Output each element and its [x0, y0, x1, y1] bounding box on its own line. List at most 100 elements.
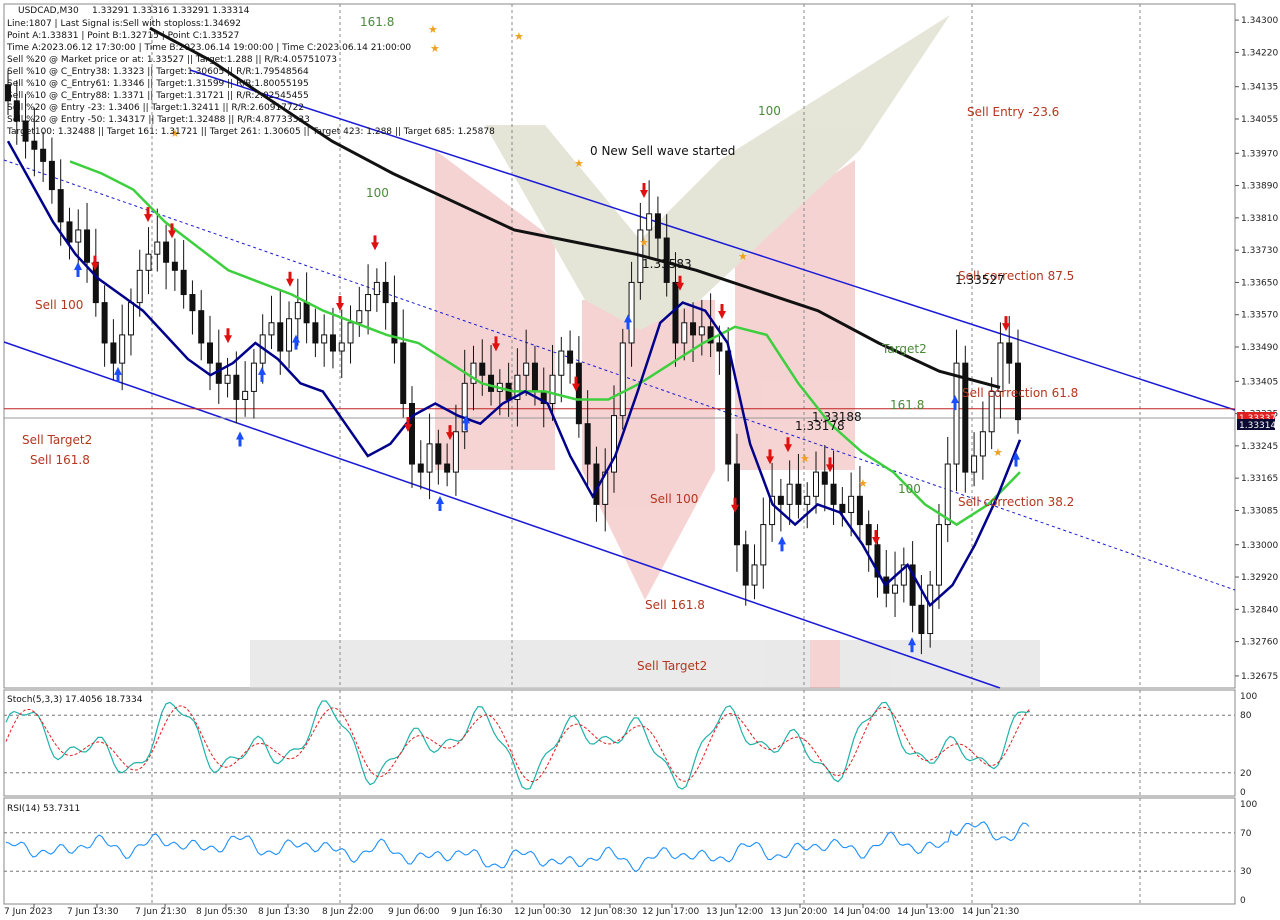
rsi-y-label: 100	[1240, 800, 1257, 810]
level-label: Sell 100	[35, 298, 83, 312]
level-label: Sell correction 61.8	[962, 386, 1078, 400]
level-label: 1.33583	[642, 257, 692, 271]
y-tick-label: 1.33245	[1241, 442, 1278, 452]
star-marker-icon: ★	[574, 157, 584, 170]
x-tick-label: 7 Jun 2023	[4, 907, 52, 917]
candle-body	[57, 189, 64, 223]
info-line: Sell %20 @ Entry -50: 1.34317 || Target:…	[7, 115, 310, 125]
candle-body	[145, 253, 152, 271]
candle-body	[136, 269, 143, 304]
candle-body	[927, 584, 934, 635]
info-line: Sell %10 @ C_Entry61: 1.3346 || Target:1…	[7, 79, 309, 89]
rsi-y-label: 0	[1240, 896, 1246, 906]
chart-title: USDCAD,M30	[18, 6, 79, 16]
info-line: Point A:1.33831 | Point B:1.32715 | Poin…	[7, 31, 239, 41]
candle-body	[725, 350, 732, 465]
candle-body	[856, 495, 863, 526]
candle-body	[180, 269, 187, 296]
candle-body	[163, 241, 170, 263]
y-tick-label: 1.33650	[1241, 278, 1278, 288]
rsi-title: RSI(14) 53.7311	[7, 804, 80, 814]
y-tick-label: 1.34055	[1241, 115, 1278, 125]
star-marker-icon: ★	[428, 23, 438, 36]
candle-body	[479, 362, 486, 376]
candle-body	[549, 374, 556, 404]
star-marker-icon: ★	[738, 250, 748, 263]
level-label: 100	[366, 186, 389, 200]
candle-body	[444, 463, 451, 473]
level-label: Sell 100	[650, 492, 698, 506]
y-tick-label: 1.34220	[1241, 48, 1278, 58]
level-label: 1.33527	[955, 273, 1005, 287]
y-axis: 1.34300 1.34220 1.34135 1.34055 1.33970 1.338…	[1235, 16, 1278, 682]
x-tick-label: 9 Jun 06:00	[388, 907, 440, 917]
current-price: 1.33314	[1239, 421, 1276, 431]
candle-body	[233, 374, 240, 400]
y-tick-label: 1.33730	[1241, 246, 1278, 256]
star-marker-icon: ★	[639, 236, 649, 249]
candle-body	[373, 281, 380, 296]
y-tick-label: 1.34135	[1241, 83, 1278, 93]
candle-body	[171, 261, 178, 271]
candle-body	[277, 322, 284, 352]
candle-body	[646, 213, 653, 231]
candle-body	[813, 471, 819, 497]
x-tick-label: 9 Jun 16:30	[451, 907, 503, 917]
y-tick-label: 1.33490	[1241, 343, 1278, 353]
stoch-y-label: 100	[1240, 692, 1257, 702]
level-label: Sell correction 38.2	[958, 495, 1074, 509]
candle-body	[409, 403, 415, 465]
candle-body	[198, 310, 205, 344]
level-label: 100	[898, 482, 921, 496]
candle-body	[338, 342, 345, 352]
candle-body	[189, 294, 196, 312]
candle-body	[742, 544, 749, 586]
candle-body	[760, 524, 767, 566]
x-tick-label: 8 Jun 13:30	[258, 907, 310, 917]
candle-body	[971, 455, 978, 473]
level-label: 1.33178	[795, 419, 845, 433]
star-marker-icon: ★	[858, 477, 868, 490]
candle-body	[690, 322, 697, 336]
candle-body	[619, 342, 626, 417]
candle-body	[215, 362, 222, 384]
y-tick-label: 1.32675	[1241, 672, 1278, 682]
x-tick-label: 7 Jun 13:30	[67, 907, 119, 917]
level-label: Target2	[881, 342, 927, 356]
candle-body	[365, 294, 372, 312]
candle-body	[628, 281, 635, 344]
candle-body	[584, 423, 591, 465]
level-label: Sell Entry -23.6	[967, 105, 1059, 119]
candle-body	[935, 524, 942, 586]
level-label: 0 New Sell wave started	[590, 144, 735, 158]
x-tick-label: 12 Jun 17:00	[642, 907, 699, 917]
chart-canvas: ★★★★★★★★★★ 10080200 10070300 USDCAD,M30 …	[0, 0, 1280, 920]
y-tick-label: 1.34300	[1241, 16, 1278, 26]
x-tick-label: 12 Jun 00:30	[514, 907, 571, 917]
y-tick-label: 1.33570	[1241, 311, 1278, 321]
current-price-box: 1.33314	[1237, 419, 1276, 431]
candle-body	[329, 334, 336, 352]
candle-body	[250, 362, 257, 392]
y-tick-label: 1.33405	[1241, 377, 1278, 387]
candle-body	[382, 281, 389, 304]
star-marker-icon: ★	[993, 446, 1003, 459]
x-tick-label: 8 Jun 05:30	[196, 907, 248, 917]
rsi-y-label: 70	[1240, 829, 1252, 839]
y-tick-label: 1.32840	[1241, 605, 1278, 615]
star-marker-icon: ★	[430, 42, 440, 55]
candle-body	[286, 318, 293, 352]
candle-body	[997, 342, 1004, 392]
candle-body	[417, 463, 424, 473]
candle-body	[558, 350, 565, 376]
candle-body	[242, 390, 249, 400]
level-label: Sell 161.8	[645, 598, 705, 612]
candle-body	[400, 342, 407, 405]
candle-body	[426, 443, 433, 473]
stoch-y-label: 20	[1240, 769, 1252, 779]
candle-body	[786, 483, 793, 505]
x-tick-label: 14 Jun 13:00	[897, 907, 954, 917]
stoch-panel[interactable]	[3, 689, 1236, 797]
rsi-panel[interactable]	[3, 797, 1236, 905]
y-tick-label: 1.33000	[1241, 541, 1278, 551]
